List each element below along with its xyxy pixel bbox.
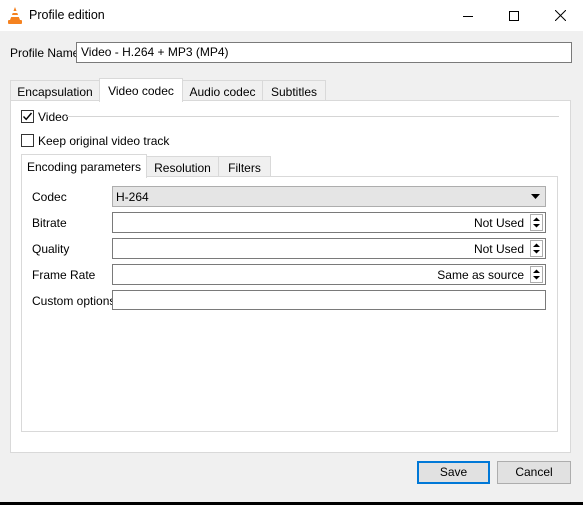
quality-stepper[interactable] [530,240,543,257]
title-bar: Profile edition [0,0,583,31]
maximize-button[interactable] [491,0,537,31]
keep-original-checkbox[interactable] [21,134,34,147]
save-button[interactable]: Save [417,461,490,484]
frame-rate-spinbox[interactable]: Same as source [112,264,546,285]
maximize-icon [509,10,519,21]
tab-encapsulation[interactable]: Encapsulation [10,80,100,101]
keep-original-label: Keep original video track [38,134,170,148]
checkmark-icon [22,112,33,121]
bitrate-label: Bitrate [32,216,67,230]
custom-options-input[interactable] [112,290,546,310]
minimize-button[interactable] [445,0,491,31]
frame-rate-value: Same as source [437,268,524,282]
bitrate-stepper[interactable] [530,214,543,231]
group-divider [67,116,559,117]
vlc-cone-icon [8,7,22,24]
tab-video-codec[interactable]: Video codec [99,78,183,102]
cancel-button[interactable]: Cancel [497,461,571,484]
video-checkbox[interactable] [21,110,34,123]
tab-resolution[interactable]: Resolution [146,156,219,177]
quality-spinbox[interactable]: Not Used [112,238,546,259]
codec-label: Codec [32,190,67,204]
tab-encoding-parameters[interactable]: Encoding parameters [21,154,147,178]
frame-rate-stepper[interactable] [530,266,543,283]
minimize-icon [463,15,473,17]
video-checkbox-label: Video [38,110,69,124]
bitrate-spinbox[interactable]: Not Used [112,212,546,233]
tab-subtitles[interactable]: Subtitles [262,80,326,101]
codec-value: H-264 [116,190,149,204]
tab-audio-codec[interactable]: Audio codec [182,80,263,101]
close-button[interactable] [537,0,583,31]
profile-edition-window: Profile edition Profile Name Video - H.2… [0,0,583,502]
close-icon [554,10,566,21]
window-title: Profile edition [29,8,105,22]
quality-label: Quality [32,242,70,256]
quality-value: Not Used [473,242,524,256]
profile-name-label: Profile Name [10,46,80,60]
bitrate-value: Not Used [473,216,524,230]
frame-rate-label: Frame Rate [32,268,96,282]
spin-arrows-icon [533,243,540,254]
dropdown-arrow-icon [531,194,540,199]
custom-options-label: Custom options [32,294,116,308]
codec-select[interactable]: H-264 [112,186,546,207]
spin-arrows-icon [533,269,540,280]
tab-filters[interactable]: Filters [218,156,271,177]
spin-arrows-icon [533,217,540,228]
profile-name-input[interactable]: Video - H.264 + MP3 (MP4) [76,42,572,63]
